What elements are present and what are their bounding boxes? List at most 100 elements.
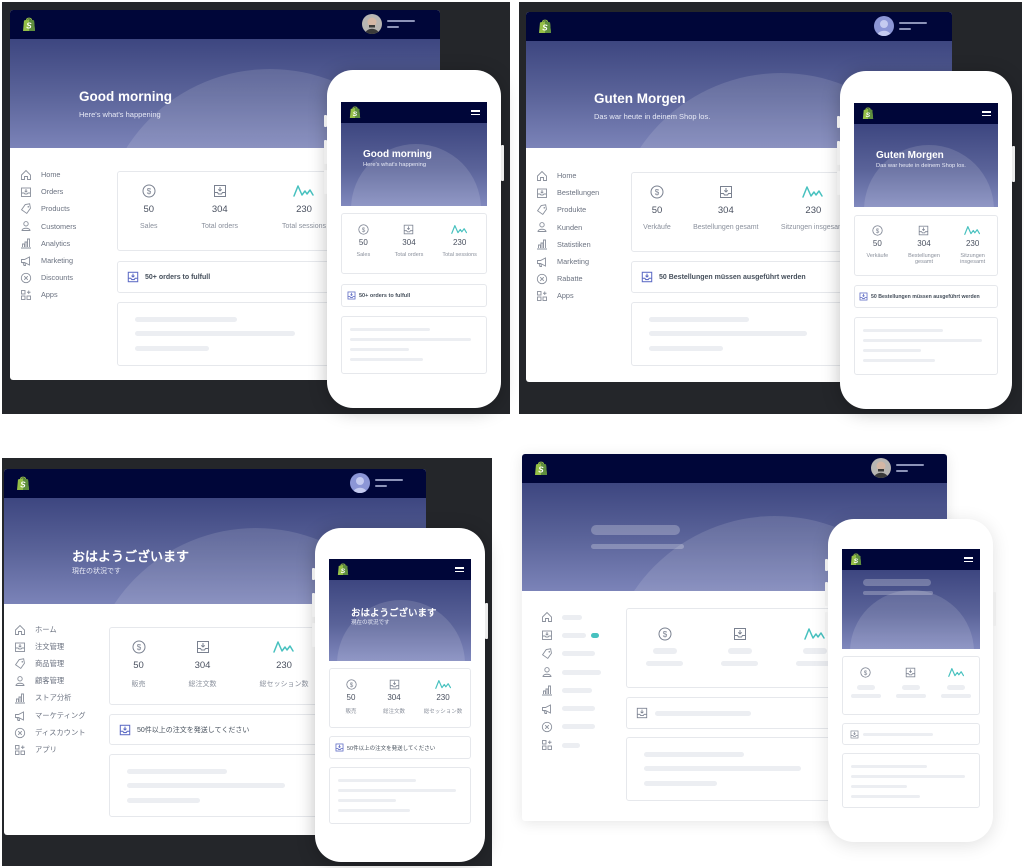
mobile-fulfill-banner[interactable]: 50件以上の注文を発送してください xyxy=(329,736,471,759)
nav-item-analytics[interactable]: Analytics xyxy=(20,235,76,252)
nav-item-analytics[interactable]: ストア分析 xyxy=(14,690,86,707)
metric-total-sessions[interactable]: 230 Total sessions xyxy=(282,184,326,230)
nav-item-products[interactable]: 商品管理 xyxy=(14,655,86,672)
home-icon xyxy=(20,169,32,181)
nav-item-apps[interactable] xyxy=(541,736,601,754)
shopify-logo-icon[interactable] xyxy=(337,562,349,576)
mobile-metric-sales[interactable]: 50 Sales xyxy=(343,224,383,258)
panel-german: Guten Morgen Das war heute in deinem Sho… xyxy=(519,2,1022,414)
mobile-metric-total-sessions[interactable]: 230 Total sessions xyxy=(435,224,485,258)
inbox-icon xyxy=(636,707,648,719)
nav-item-apps[interactable]: アプリ xyxy=(14,741,86,758)
user-avatar[interactable] xyxy=(871,458,891,478)
mobile-hero: Guten Morgen Das war heute in deinem Sho… xyxy=(854,124,998,207)
account-menu[interactable] xyxy=(350,473,403,493)
shopify-logo-icon[interactable] xyxy=(349,105,361,119)
nav-item-discounts[interactable] xyxy=(541,718,601,736)
metric-sales[interactable]: 50 Verkäufe xyxy=(643,185,671,231)
hamburger-icon[interactable] xyxy=(455,567,464,574)
greeting-title: Good morning xyxy=(79,89,172,104)
dollar-icon xyxy=(650,185,664,199)
nav-item-customers[interactable]: 顧客管理 xyxy=(14,673,86,690)
mobile-fulfill-banner[interactable]: 50 Bestellungen müssen ausgeführt werden xyxy=(854,285,998,308)
nav-item-marketing[interactable]: マーケティング xyxy=(14,707,86,724)
nav-item-home[interactable]: ホーム xyxy=(14,621,86,638)
mobile-metric-total-orders[interactable]: 304 総注文数 xyxy=(374,679,414,715)
account-menu[interactable] xyxy=(871,458,924,478)
inbox-icon xyxy=(213,184,227,198)
mobile-fulfill-banner[interactable]: 50+ orders to fulfull xyxy=(341,284,487,307)
mobile-placeholder-card xyxy=(341,316,487,374)
mobile-metrics-card: 50 販売 304 総注文数 230 総セッション数 xyxy=(329,668,471,728)
metric-total-orders[interactable]: 304 総注文数 xyxy=(189,640,217,689)
metric-total-orders[interactable]: 304 Bestellungen gesamt xyxy=(693,185,759,231)
nav-item-customers[interactable]: Kunden xyxy=(536,219,599,236)
mobile-device: Guten Morgen Das war heute in deinem Sho… xyxy=(837,71,1015,409)
nav-item-marketing[interactable]: Marketing xyxy=(536,253,599,270)
hamburger-icon[interactable] xyxy=(471,110,480,117)
metric-sales[interactable] xyxy=(646,627,683,666)
account-menu[interactable] xyxy=(362,14,415,34)
nav-item-products[interactable]: Products xyxy=(20,200,76,217)
hamburger-icon[interactable] xyxy=(982,111,991,118)
nav-item-products[interactable] xyxy=(541,645,601,663)
user-avatar[interactable] xyxy=(874,16,894,36)
user-avatar[interactable] xyxy=(350,473,370,493)
megaphone-icon xyxy=(536,256,548,268)
tag-icon xyxy=(14,658,26,670)
nav-item-customers[interactable] xyxy=(541,663,601,681)
mobile-metric-total-sessions[interactable]: 230 Sitzungen insgesamt xyxy=(951,225,995,265)
mobile-metric-total-sessions[interactable] xyxy=(938,667,974,698)
mobile-metric-total-orders[interactable]: 304 Total orders xyxy=(386,224,432,258)
greeting-subtitle: Das war heute in deinem Shop los. xyxy=(594,112,711,121)
greeting-subtitle: 現在の状況です xyxy=(72,568,121,575)
mobile-metric-sales[interactable] xyxy=(848,667,884,698)
mobile-metric-sales[interactable]: 50 販売 xyxy=(332,679,370,715)
nav-item-orders[interactable]: 注文管理 xyxy=(14,638,86,655)
nav-item-discounts[interactable]: Rabatte xyxy=(536,270,599,287)
nav-item-orders[interactable]: Bestellungen xyxy=(536,184,599,201)
metric-total-orders[interactable] xyxy=(721,627,758,666)
shopify-logo-icon[interactable] xyxy=(22,16,36,32)
nav-item-analytics[interactable] xyxy=(541,681,601,699)
mobile-metric-total-sessions[interactable]: 230 総セッション数 xyxy=(418,679,468,715)
user-avatar[interactable] xyxy=(362,14,382,34)
mobile-device: Good morning Here's what's happening 50 … xyxy=(324,70,504,408)
nav-item-orders[interactable]: Orders xyxy=(20,183,76,200)
nav-item-apps[interactable]: Apps xyxy=(536,287,599,304)
mobile-metric-sales[interactable]: 50 Verkäufe xyxy=(857,225,897,259)
nav-item-discounts[interactable]: ディスカウント xyxy=(14,724,86,741)
nav-item-customers[interactable]: Customers xyxy=(20,218,76,235)
nav-item-apps[interactable]: Apps xyxy=(20,286,76,303)
shopify-logo-icon[interactable] xyxy=(16,475,30,491)
nav-item-home[interactable] xyxy=(541,608,601,626)
account-name-placeholder xyxy=(375,479,403,487)
metric-total-sessions[interactable]: 230 総セッション数 xyxy=(260,640,309,689)
nav-item-analytics[interactable]: Statistiken xyxy=(536,236,599,253)
metric-sales[interactable]: 50 Sales xyxy=(140,184,158,230)
nav-item-marketing[interactable]: Marketing xyxy=(20,252,76,269)
nav-item-marketing[interactable] xyxy=(541,699,601,717)
inbox-icon xyxy=(918,225,929,236)
hamburger-icon[interactable] xyxy=(964,557,973,564)
mobile-metric-total-orders[interactable] xyxy=(893,667,929,698)
mobile-metric-total-orders[interactable]: 304 Bestellungen gesamt xyxy=(902,225,946,265)
shopify-logo-icon[interactable] xyxy=(538,18,552,34)
nav-item-home[interactable]: Home xyxy=(20,166,76,183)
nav-item-products[interactable]: Produkte xyxy=(536,201,599,218)
metric-sales[interactable]: 50 販売 xyxy=(132,640,146,689)
shopify-logo-icon[interactable] xyxy=(850,552,862,566)
mobile-fulfill-banner[interactable] xyxy=(842,723,980,745)
shopify-logo-icon[interactable] xyxy=(862,106,874,120)
metric-total-orders[interactable]: 304 Total orders xyxy=(201,184,238,230)
nav-item-orders[interactable] xyxy=(541,626,601,644)
bar-chart-icon xyxy=(541,684,553,696)
mobile-top-bar xyxy=(854,103,998,124)
nav-item-home[interactable]: Home xyxy=(536,167,599,184)
dollar-icon xyxy=(346,679,357,690)
account-menu[interactable] xyxy=(874,16,927,36)
panel-skeleton xyxy=(512,440,1024,868)
bar-chart-icon xyxy=(14,692,26,704)
nav-item-discounts[interactable]: Discounts xyxy=(20,269,76,286)
shopify-logo-icon[interactable] xyxy=(534,460,548,476)
